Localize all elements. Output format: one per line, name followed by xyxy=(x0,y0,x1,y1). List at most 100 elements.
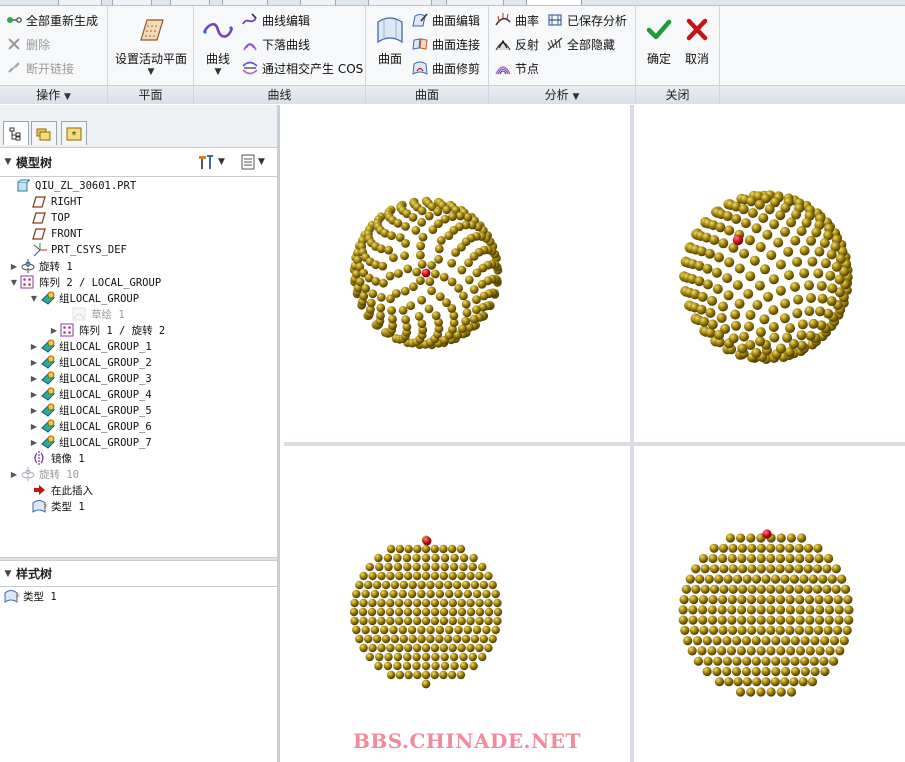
expand-triangle-icon[interactable]: ▶ xyxy=(28,406,40,415)
expand-triangle-icon[interactable]: ▶ xyxy=(28,438,40,447)
sphere-ball xyxy=(457,265,467,275)
sphere-ball xyxy=(825,270,836,281)
tree-item[interactable]: ▶ 组LOCAL_GROUP_2 xyxy=(28,354,152,370)
ribbon-tab[interactable] xyxy=(368,0,432,5)
tree-item[interactable]: PRT_CSYS_DEF xyxy=(20,242,127,258)
sphere-ball xyxy=(456,544,466,554)
surface-trim-button[interactable]: 曲面修剪 xyxy=(412,57,480,79)
viewport-horizontal-divider[interactable] xyxy=(284,442,905,446)
expand-triangle-icon[interactable]: ▶ xyxy=(8,470,20,479)
ribbon-tab[interactable] xyxy=(112,0,152,5)
ribbon-group-label[interactable]: 操作 ▼ xyxy=(0,85,107,104)
collapse-triangle-icon[interactable]: ▼ xyxy=(0,157,16,167)
sphere-ball xyxy=(469,285,479,294)
cancel-button[interactable]: 取消 xyxy=(678,14,716,67)
tree-item[interactable]: ▼ 阵列 2 / LOCAL_GROUP xyxy=(8,274,161,290)
nodes-button[interactable]: 节点 xyxy=(495,57,539,79)
view-bottom-right[interactable] xyxy=(634,446,905,762)
mirror-icon xyxy=(32,451,48,465)
curvature-label: 曲率 xyxy=(515,13,540,28)
ribbon-tab[interactable] xyxy=(222,0,268,5)
tree-item[interactable]: 镜像 1 xyxy=(20,450,85,466)
expand-triangle-icon[interactable]: ▶ xyxy=(28,390,40,399)
view-bottom-left[interactable] xyxy=(280,446,630,762)
tree-item[interactable]: QIU_ZL_30601.PRT xyxy=(4,178,136,194)
sphere-ball xyxy=(746,196,757,207)
surface-connect-button[interactable]: 曲面连接 xyxy=(412,33,480,55)
sphere-ball xyxy=(707,615,718,625)
curvature-button[interactable]: 曲率 xyxy=(495,9,539,31)
delete-button[interactable]: 删除 xyxy=(6,33,50,55)
tree-item[interactable]: 在此插入 xyxy=(20,482,93,498)
tree-item[interactable]: ▶ 旋转 1 xyxy=(8,258,73,274)
expand-triangle-icon[interactable]: ▶ xyxy=(28,358,40,367)
ok-button[interactable]: 确定 xyxy=(640,14,678,67)
sphere-ball xyxy=(771,666,781,677)
expand-triangle-icon[interactable]: ▶ xyxy=(28,342,40,351)
tree-item[interactable]: ▶ 组LOCAL_GROUP_4 xyxy=(28,386,152,402)
hide-all-button[interactable]: 全部隐藏 xyxy=(547,33,615,55)
tree-item[interactable]: 草绘 1 xyxy=(60,306,125,322)
tab-model-tree[interactable] xyxy=(3,121,29,145)
tree-item[interactable]: * 类型 1 xyxy=(20,498,85,514)
break-link-button[interactable]: 断开链接 xyxy=(6,57,74,79)
viewport-vertical-divider[interactable] xyxy=(630,105,634,762)
sphere-ball xyxy=(831,564,841,574)
surface-trim-label: 曲面修剪 xyxy=(432,61,481,76)
surface-edit-button[interactable]: 曲面编辑 xyxy=(412,9,480,31)
sphere-ball xyxy=(749,255,760,266)
tab-folder-browser[interactable] xyxy=(31,121,57,145)
ribbon-group-label[interactable]: 分析 ▼ xyxy=(489,85,635,104)
collapse-triangle-icon[interactable]: ▼ xyxy=(0,569,16,579)
expand-triangle-icon[interactable]: ▶ xyxy=(28,374,40,383)
saved-analysis-button[interactable]: 已保存分析 xyxy=(547,9,627,31)
collapse-triangle-icon[interactable]: ▼ xyxy=(28,294,40,303)
graphics-viewport[interactable]: BBS.CHINADE.NET xyxy=(280,105,905,762)
sphere-ball xyxy=(450,661,459,671)
tree-item[interactable]: FRONT xyxy=(20,226,83,242)
drop-curve-button[interactable]: 下落曲线 xyxy=(242,33,310,55)
sphere-ball xyxy=(439,616,449,626)
sphere-ball xyxy=(692,636,703,646)
sphere-ball xyxy=(412,616,422,626)
expand-triangle-icon[interactable]: ▶ xyxy=(48,326,60,335)
curve-edit-button[interactable]: 曲线编辑 xyxy=(242,9,310,31)
tab-favorites[interactable]: * xyxy=(61,121,87,145)
sphere-ball xyxy=(406,301,416,310)
intersect-cos-button[interactable]: 通过相交产生 COS xyxy=(242,57,363,79)
expand-triangle-icon[interactable]: ▶ xyxy=(8,262,20,271)
tree-item[interactable]: ▶ 组LOCAL_GROUP_7 xyxy=(28,434,152,450)
sphere-ball xyxy=(759,314,770,325)
ribbon-tab[interactable] xyxy=(170,0,210,5)
tree-filter-button[interactable]: ▼ xyxy=(240,154,265,170)
reflection-button[interactable]: 反射 xyxy=(495,33,539,55)
curve-button[interactable]: 曲线 ▼ xyxy=(198,14,238,77)
tree-item[interactable]: RIGHT xyxy=(20,194,83,210)
regenerate-all-button[interactable]: 全部重新生成 xyxy=(6,9,98,31)
surface-button[interactable]: 曲面 xyxy=(370,14,410,67)
set-active-plane-button[interactable]: 设置活动平面 ▼ xyxy=(114,14,188,77)
sphere-ball xyxy=(479,580,488,590)
tree-item[interactable]: ▶ 组LOCAL_GROUP_3 xyxy=(28,370,152,386)
tree-item[interactable]: ▶ 旋转 10 xyxy=(8,466,79,482)
ribbon-tab-active[interactable] xyxy=(526,0,582,5)
ribbon-tab[interactable] xyxy=(300,0,336,5)
sphere-ball xyxy=(704,248,715,259)
sphere-ball xyxy=(385,607,395,617)
tree-item[interactable]: ▶ 组LOCAL_GROUP_1 xyxy=(28,338,152,354)
tree-item[interactable]: ▶ 组LOCAL_GROUP_6 xyxy=(28,418,152,434)
tree-settings-button[interactable]: ▼ xyxy=(198,154,225,170)
tree-item[interactable]: TOP xyxy=(20,210,70,226)
view-top-right[interactable] xyxy=(634,105,905,442)
ribbon-tab[interactable] xyxy=(446,0,504,5)
collapse-triangle-icon[interactable]: ▼ xyxy=(8,278,20,287)
view-top-left[interactable] xyxy=(280,105,630,442)
tree-item[interactable]: ▶ 组LOCAL_GROUP_5 xyxy=(28,402,152,418)
style-tree-item[interactable]: * 类型 1 xyxy=(4,588,57,604)
tree-item[interactable]: ▼ 组LOCAL_GROUP xyxy=(28,290,139,306)
tree-item[interactable]: ▶ 阵列 1 / 旋转 2 xyxy=(48,322,165,338)
sphere-ball xyxy=(442,205,452,215)
sphere-ball xyxy=(458,324,467,333)
ribbon-tab[interactable] xyxy=(58,0,102,5)
expand-triangle-icon[interactable]: ▶ xyxy=(28,422,40,431)
